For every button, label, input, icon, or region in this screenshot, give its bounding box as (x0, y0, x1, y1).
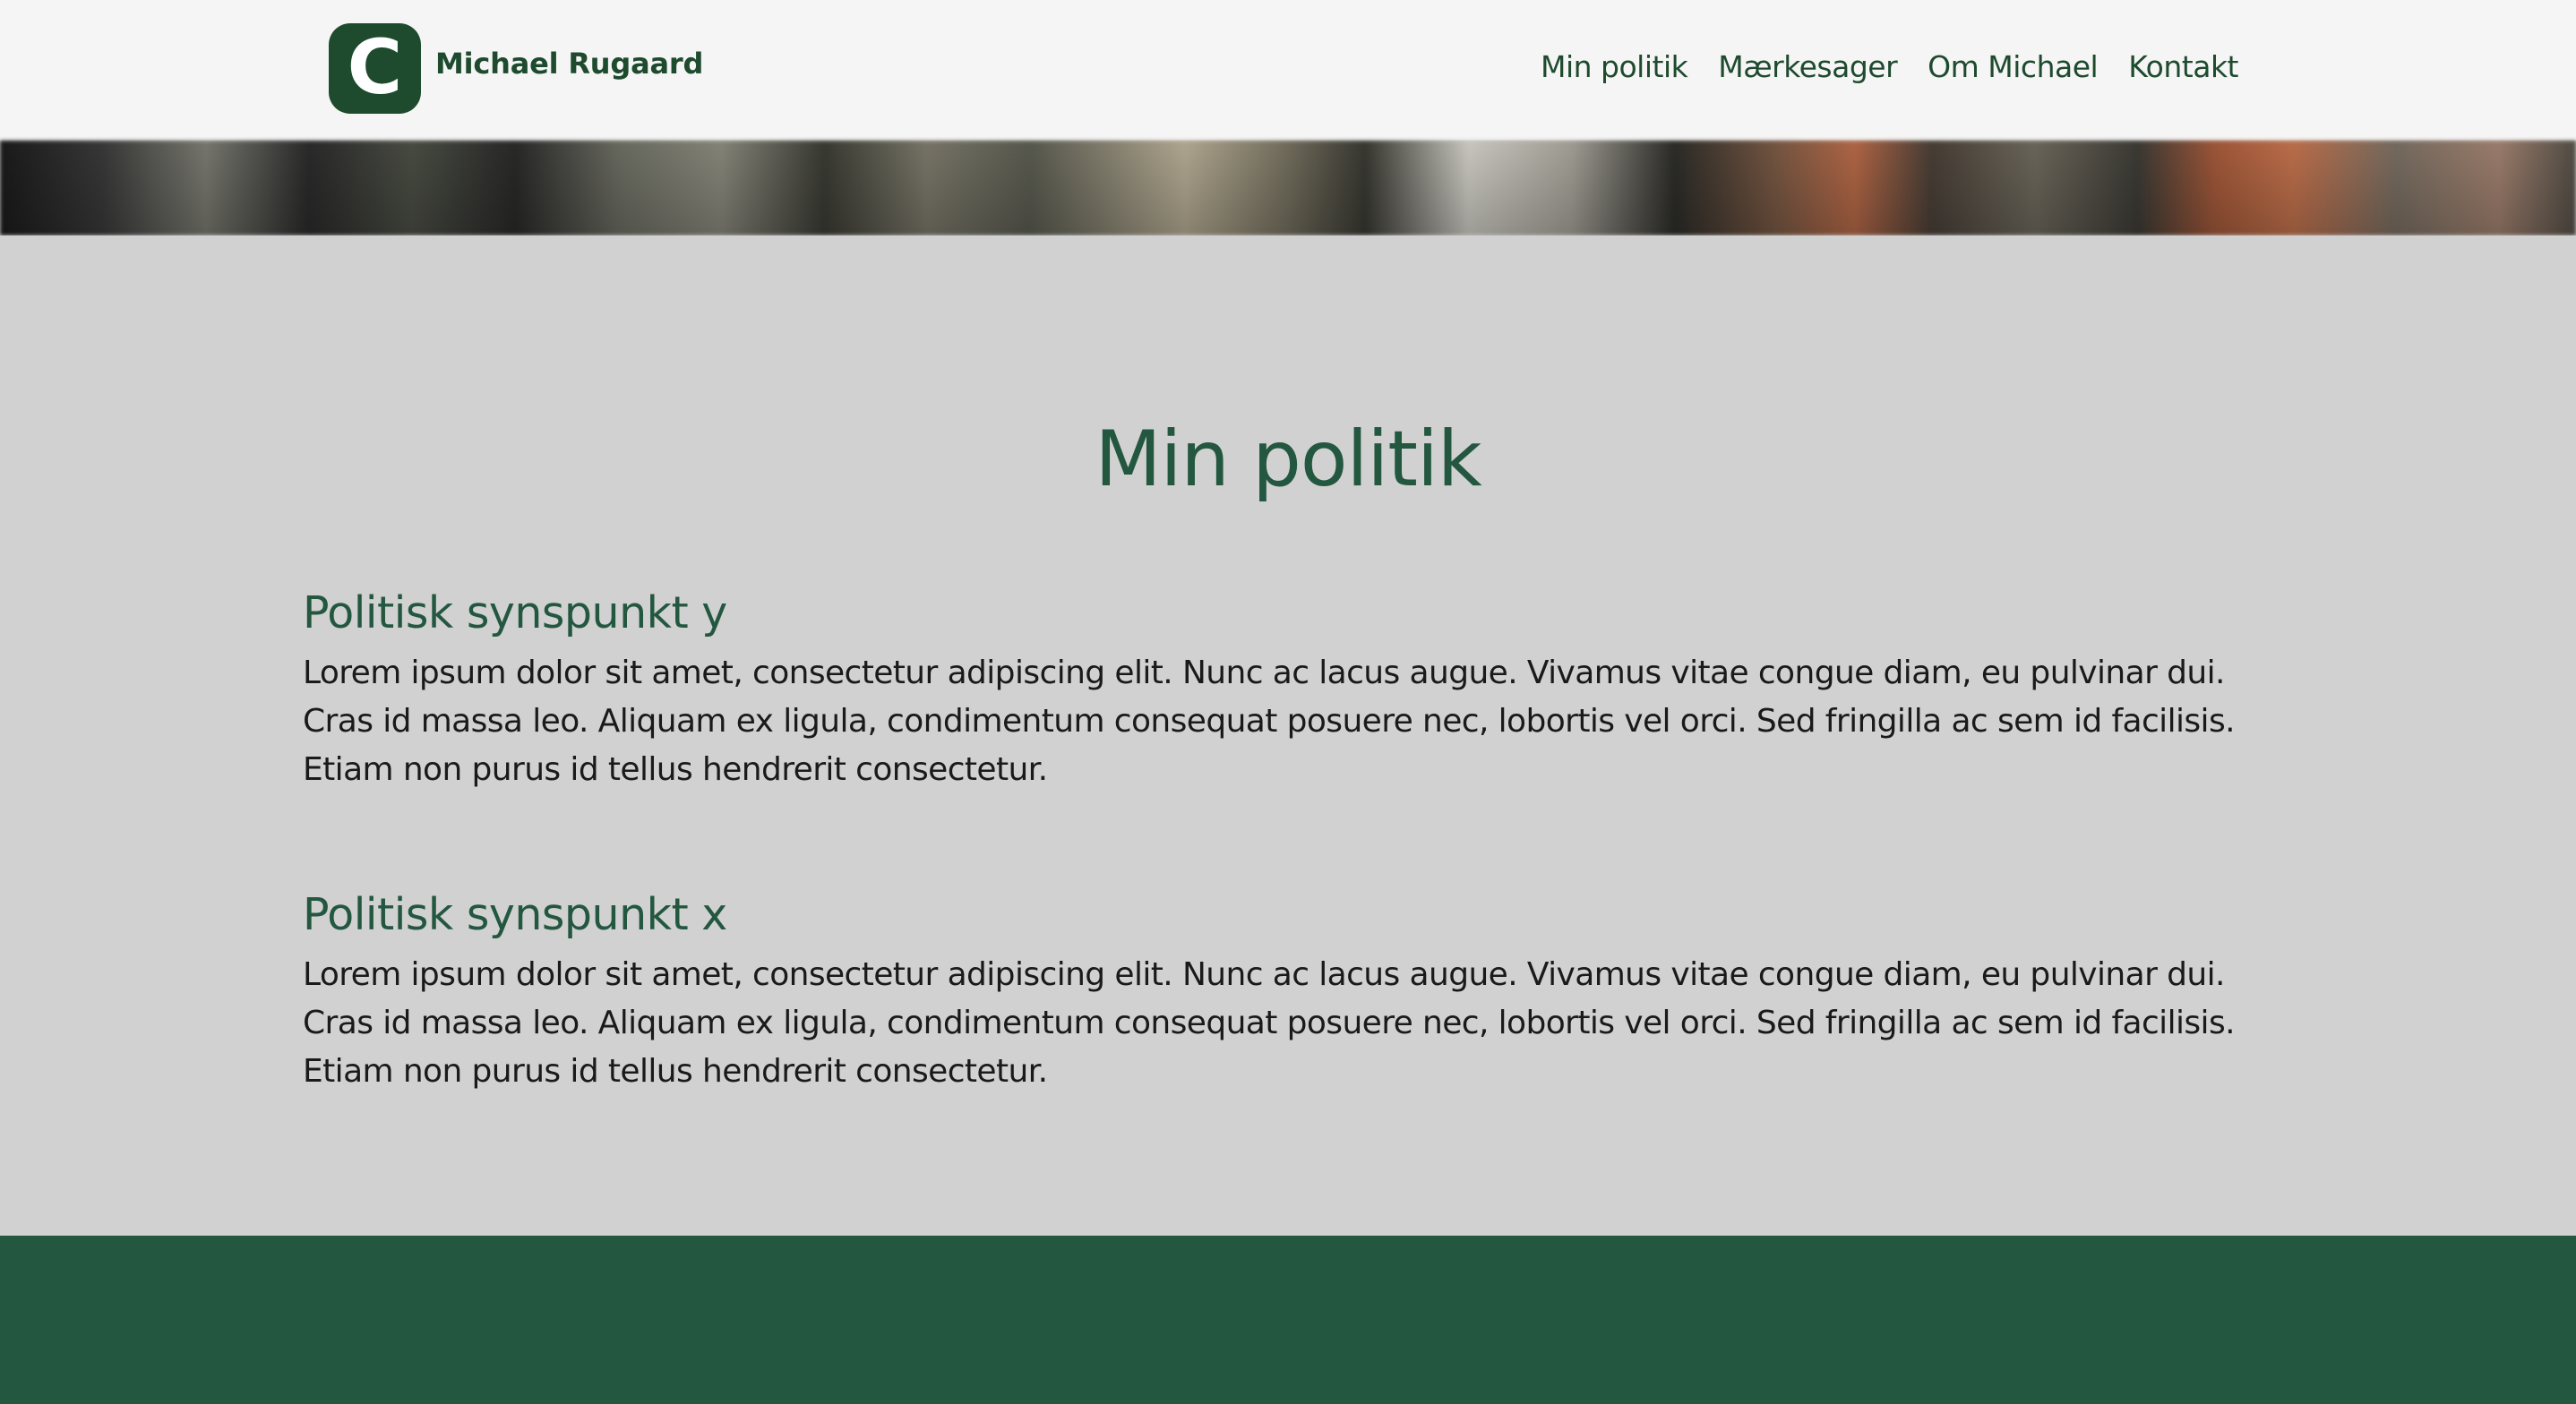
nav-link-kontakt[interactable]: Kontakt (2128, 49, 2238, 84)
nav-link-maerkesager[interactable]: Mærkesager (1718, 49, 1897, 84)
section-heading: Politisk synspunkt y (303, 587, 727, 638)
section-heading: Politisk synspunkt x (303, 889, 727, 940)
page-title: Min politik (1095, 415, 1481, 504)
nav-item: Om Michael (1928, 49, 2099, 84)
section-body: Lorem ipsum dolor sit amet, consectetur … (303, 955, 2236, 1090)
logo-letter: C (347, 22, 403, 111)
policy-section: Politisk synspunkt y Lorem ipsum dolor s… (303, 587, 2237, 794)
policy-section: Politisk synspunkt x Lorem ipsum dolor s… (303, 889, 2237, 1096)
site-header: C Michael Rugaard Min politik Mærkesager… (0, 0, 2576, 141)
site-logo[interactable]: C (329, 23, 421, 114)
nav-item: Min politik (1541, 49, 1688, 84)
site-name[interactable]: Michael Rugaard (435, 47, 703, 81)
nav-link-om-michael[interactable]: Om Michael (1928, 49, 2099, 84)
main-content: Min politik Politisk synspunkt y Lorem i… (0, 235, 2576, 1236)
nav-item: Mærkesager (1718, 49, 1897, 84)
hero-image-strip (0, 141, 2576, 235)
site-footer (0, 1236, 2576, 1404)
nav-link-min-politik[interactable]: Min politik (1541, 49, 1688, 84)
main-nav: Min politik Mærkesager Om Michael Kontak… (1541, 49, 2238, 84)
nav-item: Kontakt (2128, 49, 2238, 84)
section-body: Lorem ipsum dolor sit amet, consectetur … (303, 654, 2236, 788)
